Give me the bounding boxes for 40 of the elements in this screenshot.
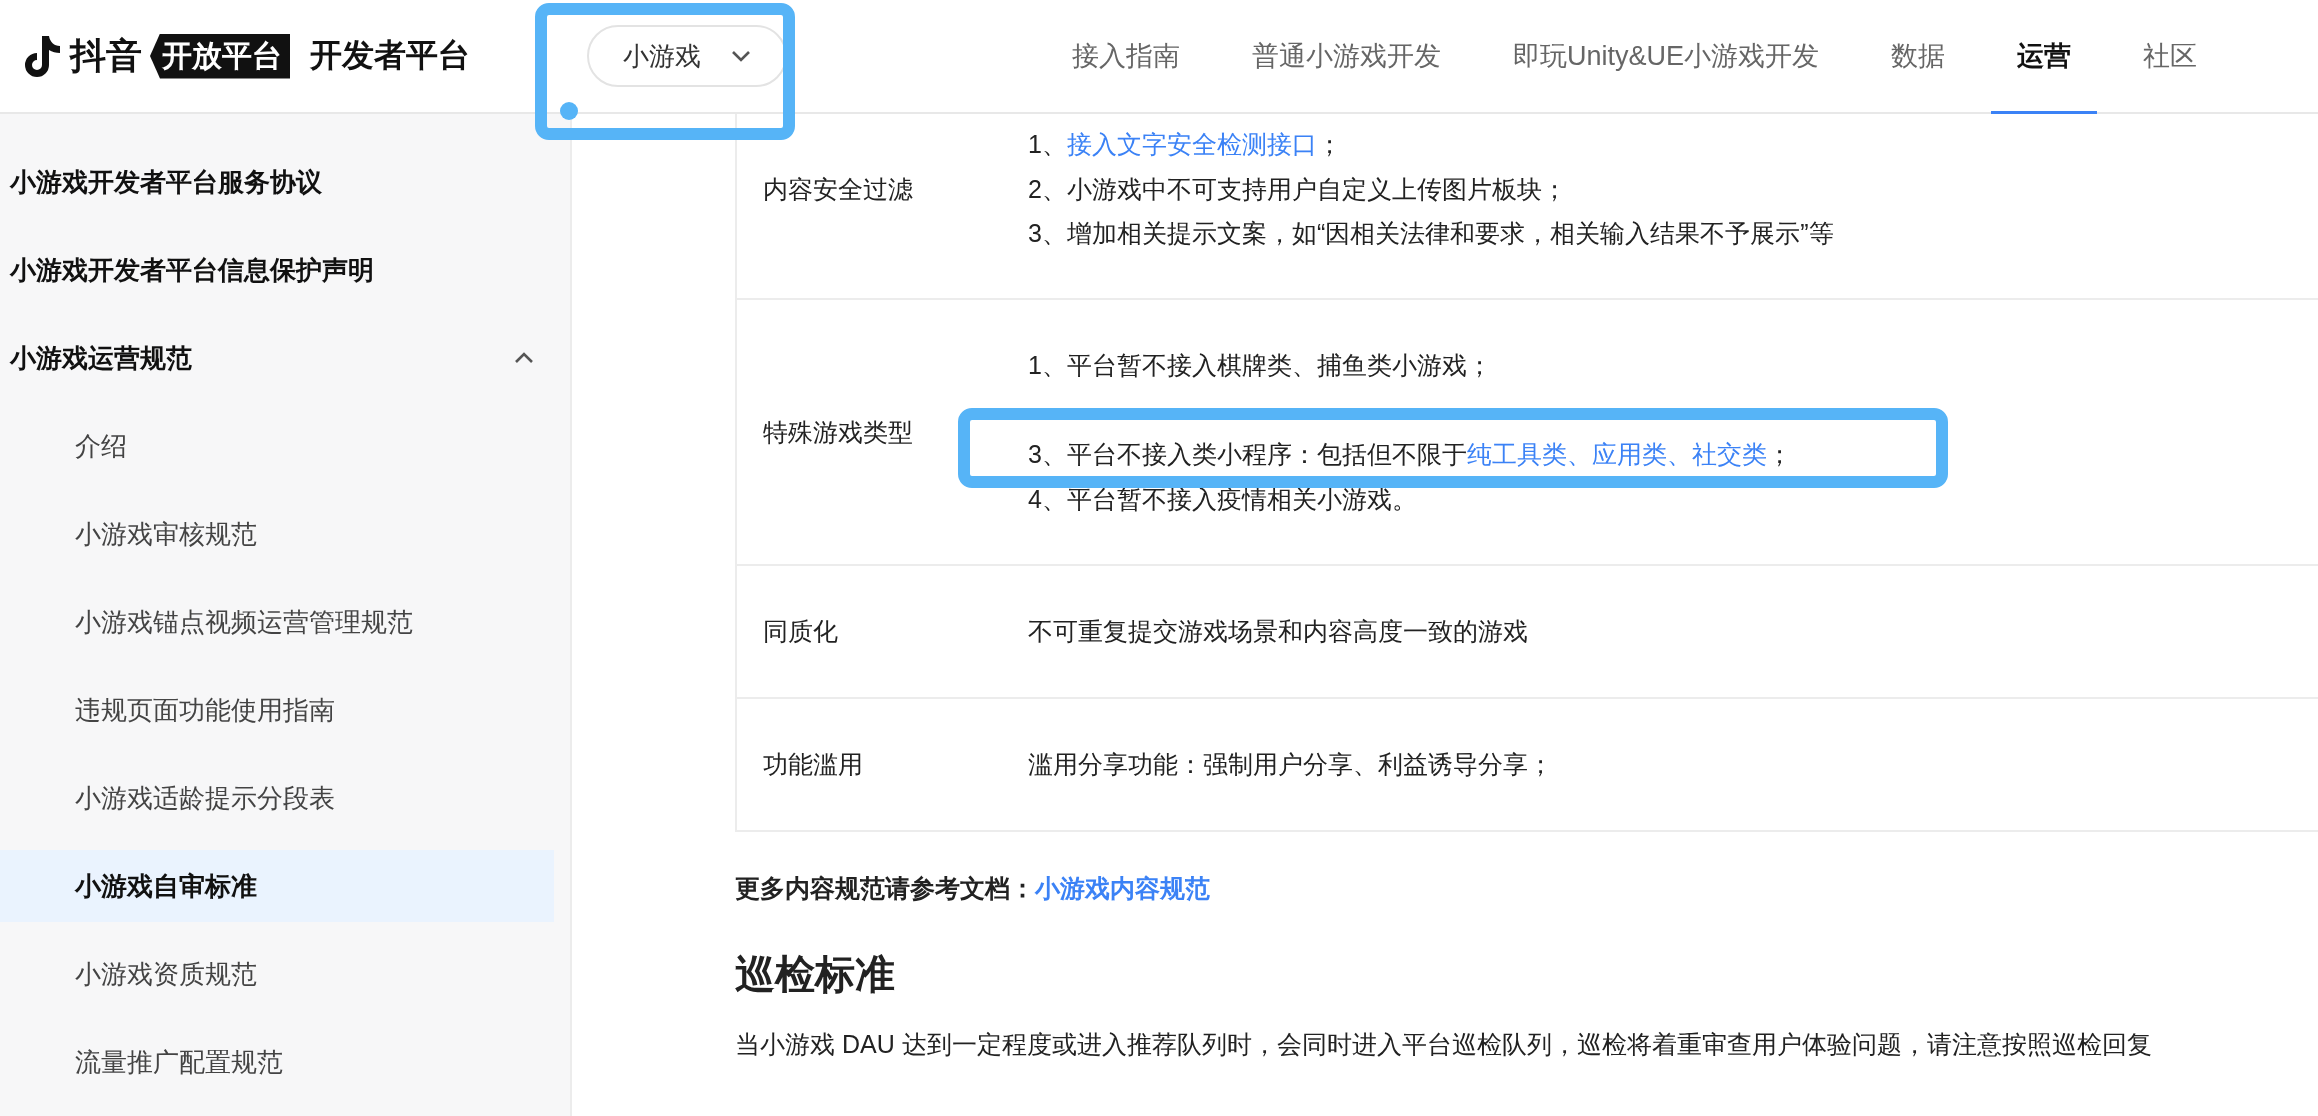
sidebar-item[interactable]: 小游戏运营规范 (0, 322, 554, 394)
sidebar-item[interactable]: 小游戏开发者平台信息保护声明 (0, 234, 554, 306)
table-cell-text: 4、平台暂不接入疫情相关小游戏。 (1028, 483, 1418, 515)
paragraph: 当小游戏 DAU 达到一定程度或进入推荐队列时，会同时进入平台巡检队列，巡检将着重审查用户体验问题，请注意按照巡检回复 (735, 1029, 2153, 1060)
table-cell-text: 1、接入文字安全检测接口； (1028, 129, 1343, 161)
nav-tab[interactable]: 数据 (1865, 0, 1972, 114)
sidebar-item[interactable]: 小游戏审核规范 (0, 498, 554, 570)
reference-note: 更多内容规范请参考文档：小游戏内容规范 (735, 873, 1211, 904)
chevron-down-icon (731, 50, 751, 62)
table-cell-text: 1、平台暂不接入棋牌类、捕鱼类小游戏； (1028, 350, 1493, 381)
nav-tab[interactable]: 社区 (2117, 0, 2224, 114)
table-cell-text: 2、小游戏中不可支持用户自定义上传图片板块； (1028, 173, 1568, 205)
sidebar-item[interactable]: 小游戏适龄提示分段表 (0, 762, 554, 834)
table-cell-text: 特殊游戏类型 (762, 416, 914, 448)
nav-tab[interactable]: 接入指南 (1046, 0, 1206, 114)
table-cell-text: 同质化 (762, 616, 839, 647)
table-cell-text: 滥用分享功能：强制用户分享、利益诱导分享； (1028, 749, 1553, 781)
brand-name: 抖音 (70, 33, 142, 78)
nav-tab[interactable]: 即玩Unity&UE小游戏开发 (1487, 0, 1846, 114)
nav-tab[interactable]: 运营 (1991, 0, 2098, 114)
site-title: 开发者平台 (310, 36, 470, 75)
sidebar-item[interactable]: 小游戏资质规范 (0, 938, 554, 1010)
table-cell-text: 内容安全过滤 (762, 173, 914, 205)
sidebar-item[interactable]: 流量推广配置规范 (0, 1026, 554, 1098)
section-heading: 巡检标准 (735, 951, 896, 998)
sidebar-item[interactable]: 违规页面功能使用指南 (0, 674, 554, 746)
link[interactable]: 接入文字安全检测接口 (1066, 130, 1317, 159)
music-note-icon (22, 34, 62, 78)
table-cell-text: 3、增加相关提示文案，如“因相关法律和要求，相关输入结果不予展示”等 (1028, 218, 1834, 250)
platform-badge: 开放平台 (150, 33, 290, 79)
sidebar-item[interactable]: 小游戏锚点视频运营管理规范 (0, 586, 554, 658)
nav-tab[interactable]: 普通小游戏开发 (1226, 0, 1467, 114)
sidebar-item[interactable]: 小游戏开发者平台服务协议 (0, 146, 554, 218)
link[interactable]: 纯工具类、应用类、社交类 (1466, 440, 1767, 468)
sidebar-item[interactable]: 介绍 (0, 410, 554, 482)
link[interactable]: 小游戏内容规范 (1035, 874, 1210, 902)
table-cell-text: 3、平台不接入类小程序：包括但不限于纯工具类、应用类、社交类； (1028, 439, 1792, 470)
table-cell-text: 功能滥用 (762, 749, 864, 780)
sidebar-item[interactable]: 小游戏自审标准 (0, 850, 554, 922)
table-cell-text: 不可重复提交游戏场景和内容高度一致的游戏 (1028, 616, 1528, 648)
